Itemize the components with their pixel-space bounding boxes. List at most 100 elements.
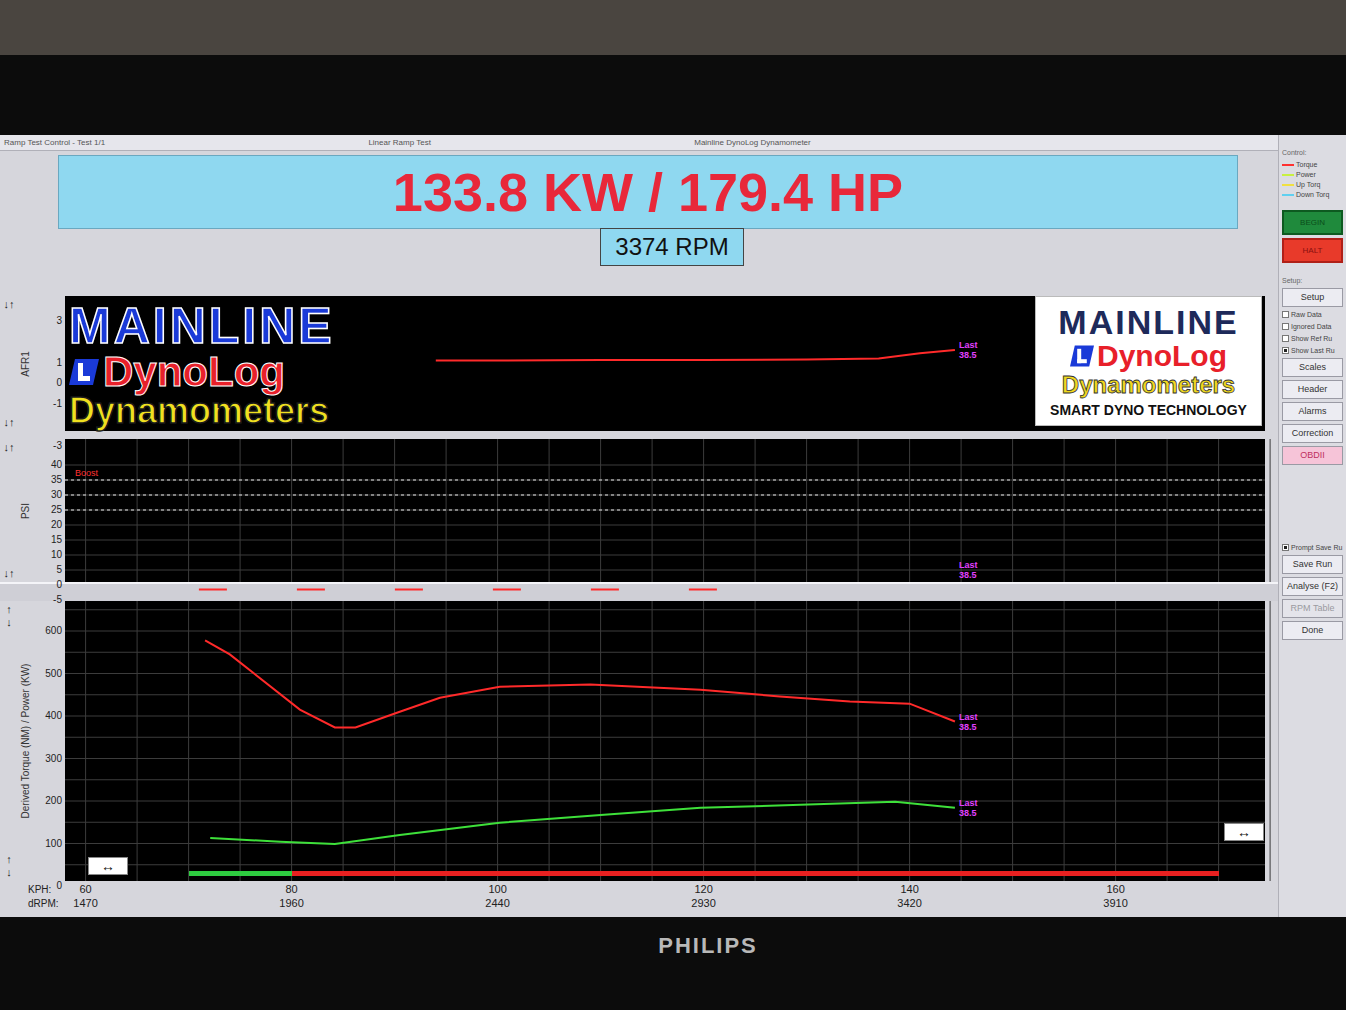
action-button[interactable]: Save Run (1282, 555, 1343, 574)
grid-line (65, 758, 1265, 759)
legend-item: Up Torq (1282, 180, 1343, 189)
dynolog-logo-icon (69, 357, 99, 387)
power-value: 133.8 KW / 179.4 HP (393, 165, 903, 219)
power-readout: 133.8 KW / 179.4 HP (58, 155, 1238, 229)
grid-line (65, 694, 1265, 695)
action-button[interactable]: RPM Table (1282, 599, 1343, 618)
grid-line (65, 631, 1265, 632)
x-tick: 1603910 (1103, 882, 1127, 910)
checkbox[interactable] (1282, 347, 1289, 354)
grid-line (65, 510, 1265, 511)
grid-line (755, 601, 756, 881)
checkbox[interactable] (1282, 323, 1289, 330)
axis-tick: 3 (56, 315, 62, 327)
option-checkbox[interactable]: Show Ref Ru (1282, 334, 1343, 343)
panel-button[interactable]: Correction (1282, 424, 1343, 443)
axis-tick: 600 (45, 625, 62, 637)
axis-tick: 200 (45, 795, 62, 807)
grid-line (65, 555, 1265, 556)
legend-label: Down Torq (1296, 190, 1329, 199)
grid-line (446, 601, 447, 881)
grid-line (703, 601, 704, 881)
action-button[interactable]: Done (1282, 621, 1343, 640)
axis-gutter: ↓↑ ↓↑ PSI4035302520151050-5 (0, 439, 65, 582)
scroll-left-button[interactable]: ↔ (88, 857, 128, 875)
axis-button-group: ↓↑ (4, 298, 15, 311)
axis-tick: 25 (51, 504, 62, 516)
logo-sub: Dynamometers (69, 393, 335, 429)
chart-title: Boost (75, 467, 98, 481)
option-checkbox[interactable]: Raw Data (1282, 310, 1343, 319)
axis-label: AFR1 (18, 351, 33, 377)
panel-button[interactable]: Header (1282, 380, 1343, 399)
grid-line (65, 609, 1265, 610)
checkbox[interactable] (1282, 544, 1289, 551)
axis-scale-button[interactable]: ↓↑ (4, 416, 15, 429)
axis-tick: 10 (51, 549, 62, 561)
axis-button-group: ↓↑ (4, 416, 15, 429)
axis-button-group: ↓↑ (4, 567, 15, 580)
axis-button-group: ↑↓ (6, 853, 12, 879)
option-checkbox[interactable]: Ignored Data (1282, 322, 1343, 331)
logo-product-row: DynoLog (69, 351, 335, 393)
prompt-save-checkbox[interactable]: Prompt Save Ru (1282, 543, 1343, 552)
x-tick-kph: 160 (1106, 882, 1124, 896)
panel-button[interactable]: Scales (1282, 358, 1343, 377)
checkbox[interactable] (1282, 335, 1289, 342)
axis-button-group: ↑↓ (6, 603, 12, 629)
scroll-right-button[interactable]: ↔ (1224, 823, 1264, 841)
panel-button[interactable]: Alarms (1282, 402, 1343, 421)
grid-line (65, 864, 1265, 865)
monitor-top-bezel (0, 55, 1346, 135)
panel-button[interactable]: OBDII (1282, 446, 1343, 465)
logo-brand: MAINLINE (1058, 305, 1238, 339)
axis-tick: -3 (53, 440, 62, 452)
axis-scale-button[interactable]: ↑ (6, 853, 12, 866)
rpm-readout: 3374 RPM (600, 228, 743, 266)
axis-scale-button[interactable]: ↓↑ (4, 567, 15, 580)
x-tick-kph: 120 (694, 882, 712, 896)
legend-swatch (1282, 174, 1294, 176)
grid-line (961, 601, 962, 881)
begin-button[interactable]: BEGIN (1282, 210, 1343, 235)
axis-scale-button[interactable]: ↓↑ (4, 298, 15, 311)
checkbox[interactable] (1282, 311, 1289, 318)
marker-text: Last (959, 798, 978, 808)
option-checkbox[interactable]: Show Last Ru (1282, 346, 1343, 355)
axis-scale-button[interactable]: ↓ (6, 616, 12, 629)
axis-scale-button[interactable]: ↓↑ (4, 441, 15, 454)
axis-label: PSI (18, 502, 33, 518)
checkbox-tick (1284, 349, 1287, 352)
setup-button[interactable]: Setup (1282, 288, 1343, 307)
x-tick: 601470 (73, 882, 97, 910)
marker-text: Last (959, 340, 978, 350)
window-title: Ramp Test Control - Test 1/1 (4, 137, 105, 149)
axis-label-column: PSI (18, 439, 32, 582)
axis-scale-button[interactable]: ↓ (6, 866, 12, 879)
marker-text: Last (959, 712, 978, 722)
x-tick: 1403420 (897, 882, 921, 910)
threshold-line (65, 510, 1265, 511)
axis-scale-button[interactable]: ↑ (6, 603, 12, 616)
axis-ticks: 4035302520151050-5 (32, 439, 65, 582)
test-mode: Linear Ramp Test (368, 137, 431, 149)
checkbox-tick (1284, 546, 1287, 549)
chart-separator (0, 582, 1278, 601)
speed-bar-fill (189, 871, 292, 876)
logo-product: DynoLog (1097, 341, 1227, 371)
threshold-line (65, 480, 1265, 481)
halt-button[interactable]: HALT (1282, 238, 1343, 263)
legend: TorquePowerUp TorqDown Torq (1282, 160, 1343, 199)
grid-line (1064, 601, 1065, 881)
grid-line (497, 601, 498, 881)
axis-tick: 0 (56, 579, 62, 591)
checkbox-label: Show Last Ru (1291, 346, 1335, 355)
x-tick: 1202930 (691, 882, 715, 910)
boost-chart: ↓↑↓↑PSI4035302520151050-5BoostLast38.5 (0, 439, 1278, 582)
axis-tick: 300 (45, 753, 62, 765)
grid-line (65, 480, 1265, 481)
chart-margin (1265, 439, 1278, 582)
axis-label-column: Derived Torque (NM) / Power (KW) (18, 601, 32, 881)
grid-line (65, 716, 1265, 717)
action-button[interactable]: Analyse (F2) (1282, 577, 1343, 596)
